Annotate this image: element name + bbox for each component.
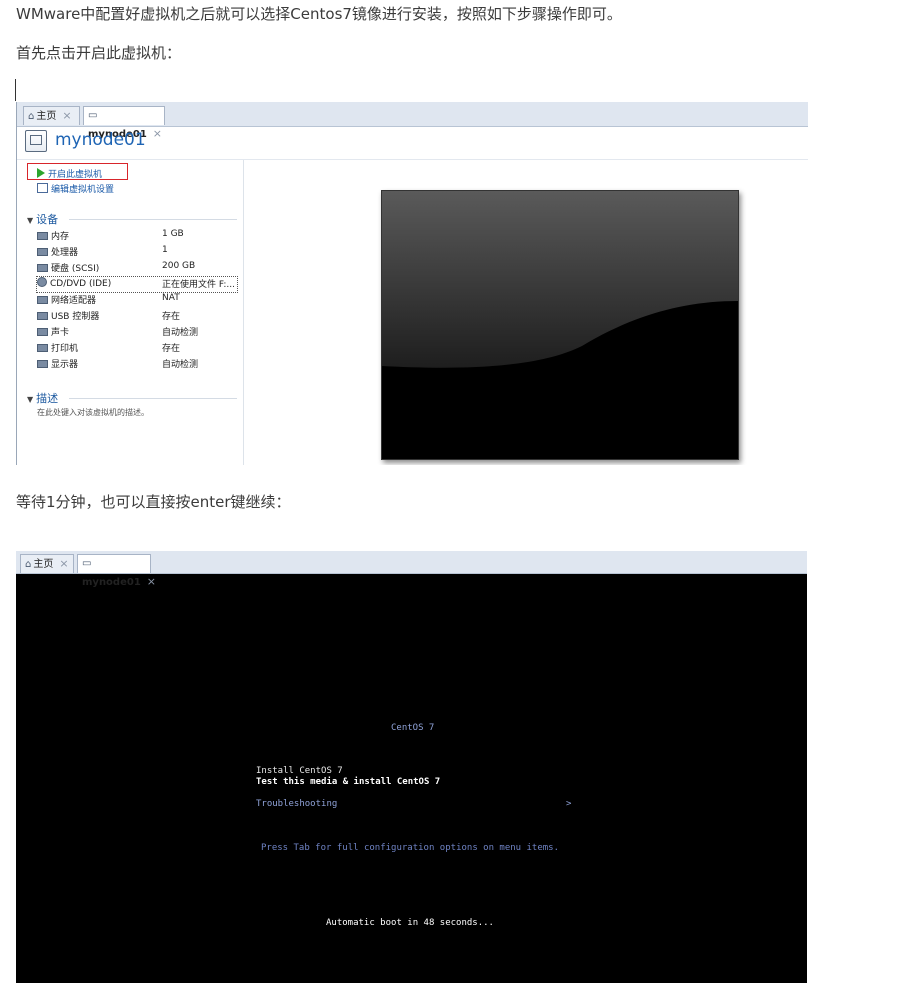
device-row-usb[interactable]: USB 控制器 存在	[37, 309, 237, 324]
home-icon: ⌂	[25, 559, 32, 570]
disk-icon	[37, 264, 48, 272]
collapse-icon: ▼	[27, 395, 34, 404]
vmware-console-screenshot: ⌂ 主页 × ▭mynode01 × CentOS 7 Install CentOS …	[16, 551, 807, 983]
boot-option-install[interactable]: Install CentOS 7	[256, 766, 343, 776]
network-icon	[37, 296, 48, 304]
device-row-network[interactable]: 网络适配器 NAT	[37, 293, 237, 308]
vm-details-pane: 开启此虚拟机 编辑虚拟机设置 ▼ 设备 内存 1 GB 处理器 1 硬盘 (SCSI)…	[17, 160, 244, 465]
autoboot-countdown: Automatic boot in 48 seconds...	[326, 918, 494, 928]
sound-icon	[37, 328, 48, 336]
device-row-printer[interactable]: 打印机 存在	[37, 341, 237, 356]
tab-home[interactable]: ⌂ 主页 ×	[23, 106, 80, 125]
power-on-button[interactable]: 开启此虚拟机	[37, 167, 102, 180]
boot-option-troubleshooting[interactable]: Troubleshooting	[256, 799, 337, 809]
submenu-arrow-icon: >	[566, 799, 572, 809]
description-text[interactable]: 在此处键入对该虚拟机的描述。	[37, 407, 149, 418]
article-paragraph-step1: 首先点击开启此虚拟机：	[16, 44, 182, 62]
preview-graphic	[382, 191, 738, 459]
collapse-icon: ▼	[27, 216, 34, 225]
tab-mynode01[interactable]: ▭mynode01 ×	[77, 554, 156, 588]
tab-bar: ⌂ 主页 × ▭mynode01 ×	[16, 551, 807, 588]
boot-menu-title: CentOS 7	[391, 723, 435, 733]
device-row-display[interactable]: 显示器 自动检测	[37, 357, 237, 372]
close-icon[interactable]: ×	[147, 575, 156, 588]
divider	[69, 398, 237, 399]
divider	[69, 219, 237, 220]
usb-icon	[37, 312, 48, 320]
close-icon[interactable]: ×	[59, 557, 68, 570]
boot-help-text: Press Tab for full configuration options…	[261, 843, 560, 853]
device-row-cdrom[interactable]: CD/DVD (IDE) 正在使用文件 F:...	[36, 276, 238, 293]
memory-icon	[37, 232, 48, 240]
boot-option-test-install[interactable]: Test this media & install CentOS 7	[256, 777, 440, 787]
vm-header: mynode01	[17, 127, 808, 160]
vmware-summary-screenshot: ⌂ 主页 × ▭mynode01 × mynode01 开启此虚拟机 编辑虚拟机设置 …	[16, 102, 808, 465]
home-icon: ⌂	[28, 111, 35, 122]
description-section-header[interactable]: ▼ 描述	[27, 390, 58, 406]
cdrom-icon	[37, 277, 47, 287]
vm-icon: ▭	[88, 110, 98, 121]
vm-preview-thumbnail[interactable]	[381, 190, 739, 460]
device-row-cpu[interactable]: 处理器 1	[37, 245, 237, 260]
cpu-icon	[37, 248, 48, 256]
close-icon[interactable]: ×	[62, 109, 71, 122]
tab-home[interactable]: ⌂ 主页 ×	[20, 554, 74, 573]
devices-section-header[interactable]: ▼ 设备	[27, 211, 58, 227]
edit-settings-button[interactable]: 编辑虚拟机设置	[37, 182, 114, 195]
device-row-disk[interactable]: 硬盘 (SCSI) 200 GB	[37, 261, 237, 276]
device-row-sound[interactable]: 声卡 自动检测	[37, 325, 237, 340]
text-cursor	[15, 79, 16, 101]
tab-bar: ⌂ 主页 × ▭mynode01 ×	[17, 102, 808, 140]
edit-icon	[37, 183, 48, 193]
play-icon	[37, 168, 45, 178]
tab-mynode01[interactable]: ▭mynode01 ×	[83, 106, 165, 140]
article-paragraph-intro: WMware中配置好虚拟机之后就可以选择Centos7镜像进行安装，按照如下步骤…	[16, 5, 622, 23]
vm-title: mynode01	[55, 130, 146, 150]
article-paragraph-step2: 等待1分钟，也可以直接按enter键继续：	[16, 493, 291, 511]
display-icon	[37, 360, 48, 368]
printer-icon	[37, 344, 48, 352]
device-row-memory[interactable]: 内存 1 GB	[37, 229, 237, 244]
vm-icon	[25, 130, 47, 152]
vm-icon: ▭	[82, 558, 92, 569]
